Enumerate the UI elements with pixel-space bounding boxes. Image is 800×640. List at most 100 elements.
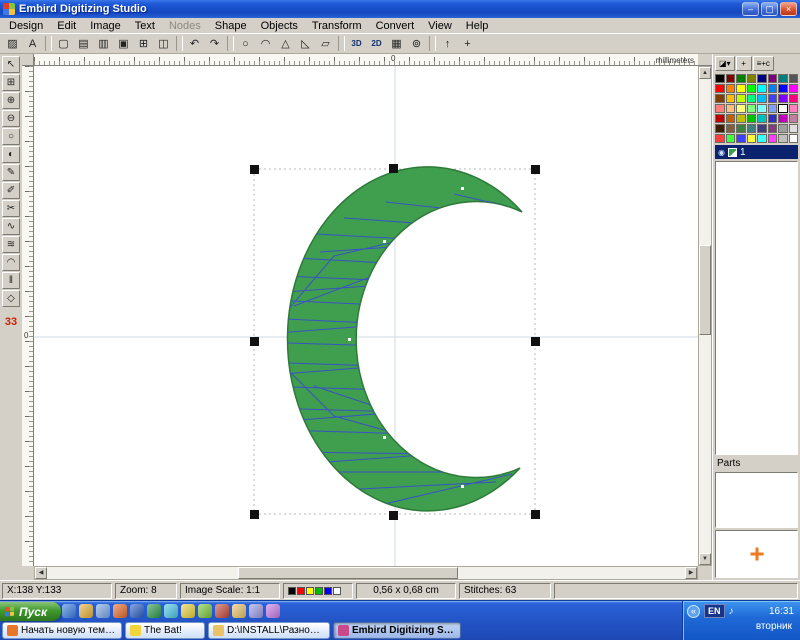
crescent-shape[interactable] <box>287 167 522 511</box>
palette-swatch[interactable] <box>789 124 799 133</box>
palette-swatch[interactable] <box>747 74 757 83</box>
palette-swatch[interactable] <box>768 94 778 103</box>
selection-handle[interactable] <box>250 337 259 346</box>
palette-swatch[interactable] <box>768 114 778 123</box>
palette-swatch[interactable] <box>726 74 736 83</box>
palette-swatch[interactable] <box>789 74 799 83</box>
palette-swatch[interactable] <box>736 94 746 103</box>
palette-swatch[interactable] <box>768 74 778 83</box>
view-3d-button[interactable]: 3D <box>347 35 366 52</box>
palette-swatch[interactable] <box>715 104 725 113</box>
measure-button[interactable]: ◺ <box>296 35 315 52</box>
palette-swatch[interactable] <box>736 74 746 83</box>
scroll-left-arrow[interactable]: ◀ <box>35 567 47 579</box>
lettering-button[interactable]: A <box>23 35 42 52</box>
taskbar-task-1[interactable]: Начать новую тему :: В... <box>2 622 122 639</box>
palette-swatch[interactable] <box>768 124 778 133</box>
ql-messenger-icon[interactable] <box>198 604 212 618</box>
palette-swatch[interactable] <box>789 94 799 103</box>
palette-swatch[interactable] <box>757 104 767 113</box>
knife-tool[interactable]: ✂ <box>2 200 20 217</box>
circle-tool[interactable]: ○ <box>2 128 20 145</box>
ql-excel-icon[interactable] <box>147 604 161 618</box>
palette-swatch[interactable] <box>757 114 767 123</box>
close-button[interactable]: × <box>780 2 797 16</box>
ql-outlook-icon[interactable] <box>79 604 93 618</box>
palette-catalog-button[interactable]: ≡+c <box>753 56 774 71</box>
palette-swatch[interactable] <box>747 124 757 133</box>
palette-swatch[interactable] <box>736 104 746 113</box>
open-button[interactable]: ▤ <box>74 35 93 52</box>
half-circle-tool[interactable]: ◐ <box>2 146 20 163</box>
menu-item-edit[interactable]: Edit <box>50 19 83 33</box>
menu-item-transform[interactable]: Transform <box>305 19 369 33</box>
scroll-down-arrow[interactable]: ▼ <box>699 553 711 565</box>
palette-swatch[interactable] <box>726 104 736 113</box>
minimize-button[interactable]: – <box>742 2 759 16</box>
palette-swatch[interactable] <box>715 74 725 83</box>
palette-swatch[interactable] <box>726 84 736 93</box>
triangle-tool-button[interactable]: △ <box>276 35 295 52</box>
palette-add-button[interactable]: + <box>736 56 752 71</box>
pencil-tool[interactable]: ✐ <box>2 182 20 199</box>
selection-handle[interactable] <box>389 511 398 520</box>
move-up-button[interactable]: ↑ <box>438 35 457 52</box>
taskbar-task-4[interactable]: Embird Digitizing Stud... <box>333 622 461 639</box>
chart-button[interactable]: ▱ <box>316 35 335 52</box>
ql-notepad-icon[interactable] <box>249 604 263 618</box>
palette-swatch[interactable] <box>778 84 788 93</box>
menu-item-convert[interactable]: Convert <box>369 19 422 33</box>
language-indicator[interactable]: EN <box>704 604 725 618</box>
menu-item-view[interactable]: View <box>421 19 459 33</box>
select-tool[interactable]: ↖ <box>2 56 20 73</box>
palette-swatch[interactable] <box>757 84 767 93</box>
palette-swatch[interactable] <box>768 134 778 143</box>
grid-button[interactable]: ▦ <box>387 35 406 52</box>
menu-item-design[interactable]: Design <box>2 19 50 33</box>
vertical-scroll-track[interactable] <box>699 79 711 553</box>
palette-swatch[interactable] <box>789 104 799 113</box>
selection-handle[interactable] <box>531 337 540 346</box>
taskbar-task-3[interactable]: D:\INSTALL\Разное\Embird <box>208 622 330 639</box>
palette-swatch[interactable] <box>789 84 799 93</box>
palette-swatch[interactable] <box>757 94 767 103</box>
options-button[interactable]: ⊚ <box>407 35 426 52</box>
maximize-button[interactable]: ▢ <box>761 2 778 16</box>
palette-swatch[interactable] <box>726 114 736 123</box>
palette-swatch[interactable] <box>747 94 757 103</box>
visibility-eye-icon[interactable] <box>718 147 725 158</box>
horizontal-scrollbar[interactable]: ◀ ▶ <box>34 566 698 580</box>
palette-swatch[interactable] <box>757 124 767 133</box>
copy-button[interactable]: ◫ <box>154 35 173 52</box>
ql-internet-explorer-icon[interactable] <box>62 604 76 618</box>
ql-photo-editor-icon[interactable] <box>164 604 178 618</box>
menu-item-image[interactable]: Image <box>83 19 128 33</box>
palette-swatch[interactable] <box>715 94 725 103</box>
ql-folder-icon[interactable] <box>232 604 246 618</box>
new-button[interactable]: ▢ <box>54 35 73 52</box>
palette-swatch[interactable] <box>715 114 725 123</box>
palette-swatch[interactable] <box>715 134 725 143</box>
palette-swatch[interactable] <box>768 84 778 93</box>
save-button[interactable]: ▣ <box>114 35 133 52</box>
arc-tool[interactable]: ◠ <box>2 254 20 271</box>
zoom-out-tool[interactable]: ⊖ <box>2 110 20 127</box>
palette-swatch[interactable] <box>789 134 799 143</box>
palette-swatch[interactable] <box>778 94 788 103</box>
center-crosshair-button[interactable]: + <box>458 35 477 52</box>
palette-swatch[interactable] <box>747 134 757 143</box>
vertical-scroll-thumb[interactable] <box>699 245 711 335</box>
print-button[interactable]: ⊞ <box>134 35 153 52</box>
pattern-button[interactable]: ▨ <box>3 35 22 52</box>
palette-swatch[interactable] <box>747 84 757 93</box>
palette-swatch[interactable] <box>736 134 746 143</box>
selection-handle[interactable] <box>250 165 259 174</box>
palette-style-dropdown[interactable]: ◪▾ <box>715 56 735 71</box>
taskbar-task-2[interactable]: The Bat! <box>125 622 205 639</box>
palette-swatch[interactable] <box>778 114 788 123</box>
arc-tool-button[interactable]: ◠ <box>256 35 275 52</box>
parts-list[interactable] <box>715 472 798 528</box>
zoom-in-tool[interactable]: ⊕ <box>2 92 20 109</box>
view-2d-button[interactable]: 2D <box>367 35 386 52</box>
palette-swatch[interactable] <box>715 124 725 133</box>
